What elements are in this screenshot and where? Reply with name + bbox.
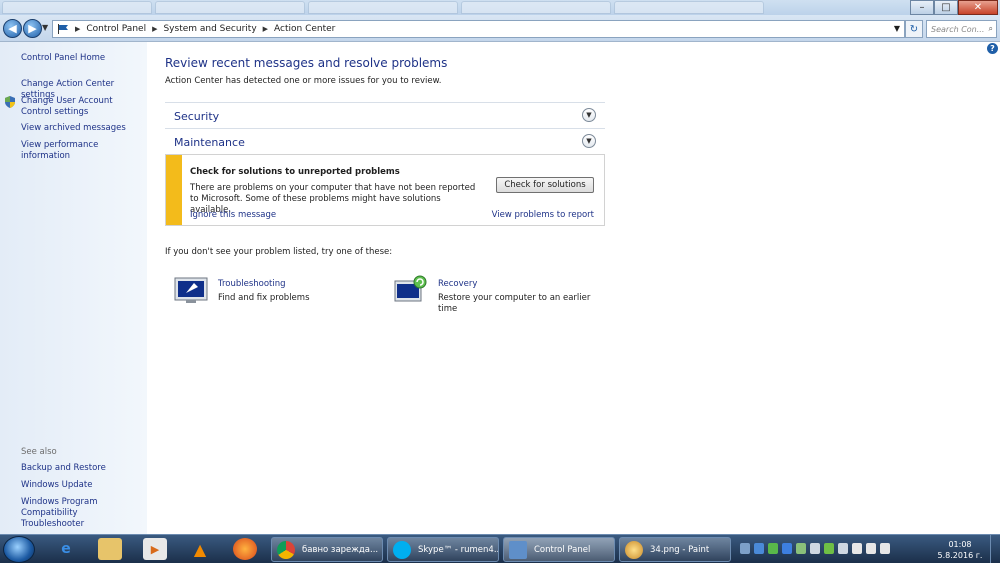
control-panel-home-link[interactable]: Control Panel Home [21, 53, 143, 64]
recovery-tool[interactable]: Recovery Restore your computer to an ear… [394, 275, 594, 315]
see-also-heading: See also [21, 447, 57, 457]
recovery-link[interactable]: Recovery [438, 279, 477, 289]
chrome-icon [277, 541, 295, 559]
alert-title: Check for solutions to unreported proble… [190, 167, 400, 177]
action-center-flag-icon[interactable] [852, 543, 862, 554]
recovery-monitor-icon [394, 275, 427, 302]
refresh-button[interactable]: ↻ [905, 20, 923, 38]
address-toolbar: ◀ ▶ ▼ ▶ Control Panel ▶ System and Secur… [0, 15, 1000, 42]
section-security[interactable]: Security ▼ [165, 102, 605, 128]
minimize-button[interactable]: – [910, 0, 934, 15]
file-explorer-icon[interactable] [98, 538, 122, 560]
warning-color-bar [166, 155, 182, 225]
taskbar-item-label: Control Panel [534, 544, 591, 555]
section-security-label[interactable]: Security [174, 110, 219, 123]
chevron-down-icon[interactable]: ▼ [582, 108, 596, 122]
taskbar-item-control-panel[interactable]: Control Panel [503, 537, 615, 562]
taskbar-item-label: бавно зарежда... [302, 544, 379, 555]
address-dropdown-icon[interactable]: ▼ [894, 24, 900, 33]
taskbar-item-paint[interactable]: 34.png - Paint [619, 537, 731, 562]
background-tab[interactable] [614, 1, 764, 14]
window-controls: – □ ✕ [910, 0, 998, 15]
address-field[interactable]: ▶ Control Panel ▶ System and Security ▶ … [52, 20, 905, 38]
change-uac-settings-link[interactable]: Change User Account Control settings [21, 96, 143, 118]
background-tab[interactable] [461, 1, 611, 14]
breadcrumb-action-center[interactable]: Action Center [274, 24, 335, 34]
taskbar-item-skype[interactable]: Skype™ - rumen4... [387, 537, 499, 562]
compatibility-troubleshooter-link[interactable]: Windows Program Compatibility Troublesho… [21, 497, 143, 530]
try-these-text: If you don't see your problem listed, tr… [165, 247, 393, 257]
chevron-down-icon[interactable]: ▼ [582, 134, 596, 148]
recent-pages-dropdown-icon[interactable]: ▼ [42, 23, 48, 32]
control-panel-icon [509, 541, 527, 559]
bluetooth-icon[interactable] [782, 543, 792, 554]
search-placeholder: Search Con... [931, 24, 985, 34]
tray-network-icon[interactable] [740, 543, 750, 554]
page-title: Review recent messages and resolve probl… [165, 56, 448, 70]
breadcrumb-separator-icon: ▶ [75, 25, 81, 33]
uac-shield-icon [5, 96, 15, 108]
maintenance-alert: Check for solutions to unreported proble… [165, 154, 605, 226]
ignore-message-link[interactable]: Ignore this message [190, 210, 276, 220]
start-button[interactable] [3, 536, 35, 563]
view-performance-information-link[interactable]: View performance information [21, 140, 143, 162]
search-icon[interactable]: ⌕ [989, 24, 993, 34]
section-maintenance[interactable]: Maintenance ▼ [165, 128, 605, 154]
section-maintenance-label[interactable]: Maintenance [174, 136, 245, 149]
tray-app-icon[interactable] [838, 543, 848, 554]
breadcrumb-separator-icon[interactable]: ▶ [263, 25, 268, 33]
left-navigation-pane: Control Panel Home Change Action Center … [0, 42, 147, 534]
recovery-description: Restore your computer to an earlier time [438, 293, 591, 314]
windows-update-link[interactable]: Windows Update [21, 480, 143, 491]
troubleshooting-description: Find and fix problems [218, 293, 310, 303]
action-center-flag-icon [58, 24, 68, 34]
clock[interactable]: 01:08 5.8.2016 г. [935, 539, 985, 561]
paint-icon [625, 541, 643, 559]
tray-app-icon[interactable] [796, 543, 806, 554]
browser-tab-strip: – □ ✕ [0, 0, 1000, 15]
volume-icon[interactable] [810, 543, 820, 554]
back-button[interactable]: ◀ [3, 19, 22, 38]
view-problems-link[interactable]: View problems to report [492, 210, 594, 220]
troubleshooting-monitor-icon [174, 277, 208, 303]
media-player-icon[interactable]: ▶ [143, 538, 167, 560]
vlc-icon[interactable]: ▲ [188, 538, 212, 560]
show-desktop-button[interactable] [990, 535, 1000, 563]
view-archived-messages-link[interactable]: View archived messages [21, 123, 143, 134]
firefox-icon[interactable] [233, 538, 257, 560]
backup-and-restore-link[interactable]: Backup and Restore [21, 463, 143, 474]
skype-icon [393, 541, 411, 559]
clock-date: 5.8.2016 г. [937, 551, 983, 560]
maximize-button[interactable]: □ [934, 0, 958, 15]
check-for-solutions-button[interactable]: Check for solutions [496, 177, 594, 193]
taskbar-item-chrome[interactable]: бавно зарежда... [271, 537, 383, 562]
forward-button[interactable]: ▶ [23, 19, 42, 38]
internet-explorer-icon[interactable]: e [54, 538, 78, 560]
close-button[interactable]: ✕ [958, 0, 998, 15]
tray-app-icon[interactable] [768, 543, 778, 554]
troubleshooting-tool[interactable]: Troubleshooting Find and fix problems [174, 275, 374, 315]
page-subtitle: Action Center has detected one or more i… [165, 76, 442, 86]
background-tab[interactable] [155, 1, 305, 14]
taskbar: e ▶ ▲ бавно зарежда... Skype™ - rumen4..… [0, 534, 1000, 563]
system-tray [740, 543, 890, 554]
background-tab[interactable] [308, 1, 458, 14]
tray-app-icon[interactable] [754, 543, 764, 554]
battery-icon[interactable] [866, 543, 876, 554]
background-tab[interactable] [2, 1, 152, 14]
taskbar-item-label: 34.png - Paint [650, 544, 710, 555]
signal-icon[interactable] [880, 543, 890, 554]
clock-time: 01:08 [948, 540, 972, 549]
breadcrumb-system-and-security[interactable]: System and Security [163, 24, 256, 34]
breadcrumb-separator-icon[interactable]: ▶ [152, 25, 157, 33]
help-icon[interactable]: ? [987, 43, 998, 54]
taskbar-item-label: Skype™ - rumen4... [418, 544, 499, 555]
breadcrumb-control-panel[interactable]: Control Panel [86, 24, 146, 34]
tray-app-icon[interactable] [824, 543, 834, 554]
search-input[interactable]: Search Con... ⌕ [926, 20, 997, 38]
troubleshooting-link[interactable]: Troubleshooting [218, 279, 286, 289]
